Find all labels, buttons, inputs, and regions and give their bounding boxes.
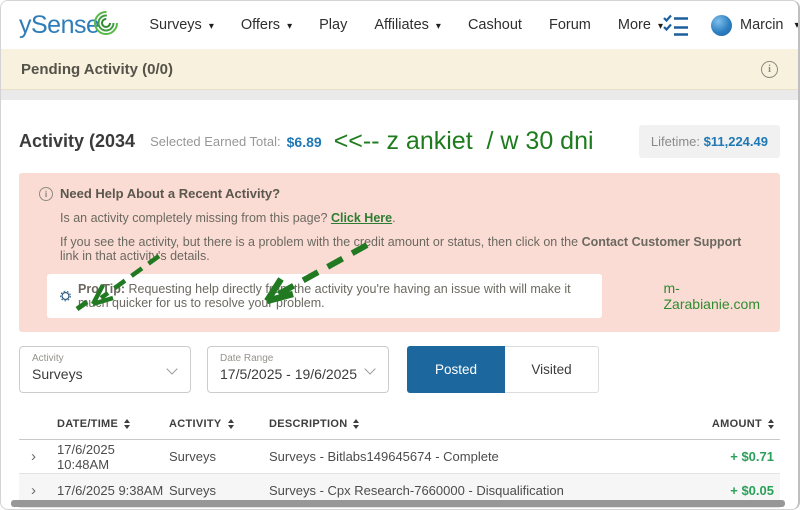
chevron-right-icon[interactable]: › xyxy=(31,483,57,498)
lifetime-total-badge: Lifetime: $11,224.49 xyxy=(638,125,780,158)
cell-activity: Surveys xyxy=(169,449,216,464)
cell-datetime: 17/6/2025 9:38AM xyxy=(57,483,164,498)
help-box: i Need Help About a Recent Activity? Is … xyxy=(19,173,780,332)
help-line-problem: If you see the activity, but there is a … xyxy=(60,235,742,263)
pending-activity-title: Pending Activity (0/0) xyxy=(21,60,173,78)
cell-amount: + $0.05 xyxy=(730,483,774,498)
cell-activity: Surveys xyxy=(169,483,216,498)
pending-activity-bar[interactable]: Pending Activity (0/0) i xyxy=(1,49,798,90)
activity-filter-select[interactable]: Activity Surveys xyxy=(19,346,191,393)
nav-item-more[interactable]: More ▾ xyxy=(618,17,663,33)
caret-down-icon: ▾ xyxy=(435,21,441,32)
nav-item-offers[interactable]: Offers ▾ xyxy=(241,17,292,33)
activity-filter-value: Surveys xyxy=(32,366,83,382)
column-header-amount[interactable]: AMOUNT xyxy=(712,418,774,430)
selected-earned-value: $6.89 xyxy=(286,133,322,150)
pro-tip-box: Pro Tip: Requesting help directly from t… xyxy=(47,274,602,318)
sort-icon xyxy=(227,419,234,429)
posted-tab-button[interactable]: Posted xyxy=(407,346,505,393)
checklist-icon[interactable] xyxy=(663,14,689,36)
activity-filter-label: Activity xyxy=(32,353,64,364)
activity-table: DATE/TIME ACTIVITY DESCRIPTION AMOUNT › … xyxy=(19,409,780,509)
caret-down-icon: ▾ xyxy=(794,19,800,31)
top-nav: ySense Surveys ▾ Offers ▾ Play Affiliate… xyxy=(1,1,798,49)
divider-strip xyxy=(1,90,798,100)
column-header-description[interactable]: DESCRIPTION xyxy=(269,418,654,430)
column-header-datetime[interactable]: DATE/TIME xyxy=(57,418,169,430)
pro-tip-badge-icon xyxy=(60,290,71,302)
info-icon[interactable]: i xyxy=(761,60,778,78)
logo-text: ySense xyxy=(19,10,100,39)
visited-tab-button[interactable]: Visited xyxy=(505,346,599,393)
cell-amount: + $0.71 xyxy=(730,449,774,464)
posted-visited-toggle: Posted Visited xyxy=(407,346,599,393)
cell-datetime: 17/6/2025 10:48AM xyxy=(57,441,115,472)
pro-tip-label: Pro Tip: xyxy=(78,282,125,296)
ysense-logo[interactable]: ySense xyxy=(19,11,123,40)
selected-earned-label: Selected Earned Total: xyxy=(150,134,281,149)
nav-item-forum[interactable]: Forum xyxy=(549,17,591,33)
caret-down-icon: ▾ xyxy=(287,21,293,32)
nav-right-cluster: Marcin ▾ xyxy=(663,14,800,36)
user-avatar xyxy=(710,14,732,36)
contact-support-text: Contact Customer Support xyxy=(581,235,742,249)
page-frame: ySense Surveys ▾ Offers ▾ Play Affiliate… xyxy=(0,0,800,510)
screenshot-bottom-edge xyxy=(11,500,785,507)
info-icon: i xyxy=(39,186,53,201)
user-menu[interactable]: Marcin ▾ xyxy=(710,14,800,36)
click-here-link[interactable]: Click Here xyxy=(331,211,392,225)
sort-icon xyxy=(353,419,360,429)
pro-tip-text: Requesting help directly from the activi… xyxy=(78,282,571,310)
help-box-title: Need Help About a Recent Activity? xyxy=(60,186,281,201)
handwritten-annotation: <<-- z ankiet / w 30 dni xyxy=(333,127,594,155)
lifetime-total-value: $11,224.49 xyxy=(703,134,768,149)
help-line-missing: Is an activity completely missing from t… xyxy=(60,211,396,225)
logo-swirl-icon xyxy=(94,11,119,35)
nav-item-cashout[interactable]: Cashout xyxy=(468,17,522,33)
date-range-select[interactable]: Date Range 17/5/2025 - 19/6/2025 xyxy=(207,346,389,393)
column-header-activity[interactable]: ACTIVITY xyxy=(169,418,269,430)
watermark-text: m-Zarabianie.com xyxy=(663,280,761,312)
table-header-row: DATE/TIME ACTIVITY DESCRIPTION AMOUNT xyxy=(19,409,780,440)
nav-menu: Surveys ▾ Offers ▾ Play Affiliates ▾ Cas… xyxy=(149,17,663,33)
activity-title: Activity (2034 xyxy=(19,131,136,151)
main-content: Activity (2034 Selected Earned Total: $6… xyxy=(1,125,798,509)
sort-icon xyxy=(124,419,131,429)
caret-down-icon: ▾ xyxy=(208,21,214,32)
filters-row: Activity Surveys Date Range 17/5/2025 - … xyxy=(19,346,780,393)
date-range-label: Date Range xyxy=(220,353,274,364)
nav-item-play[interactable]: Play xyxy=(319,17,347,33)
cell-description: Surveys - Bitlabs149645674 - Complete xyxy=(269,449,499,464)
cell-description: Surveys - Cpx Research-7660000 - Disqual… xyxy=(269,483,564,498)
sort-icon xyxy=(768,419,774,429)
activity-header: Activity (2034 Selected Earned Total: $6… xyxy=(19,125,780,158)
table-row[interactable]: › 17/6/2025 10:48AM Surveys Surveys - Bi… xyxy=(19,440,780,474)
nav-item-affiliates[interactable]: Affiliates ▾ xyxy=(374,17,441,33)
nav-item-surveys[interactable]: Surveys ▾ xyxy=(149,17,213,33)
chevron-right-icon[interactable]: › xyxy=(31,449,57,464)
user-name: Marcin xyxy=(739,17,784,33)
date-range-value: 17/5/2025 - 19/6/2025 xyxy=(220,366,358,382)
